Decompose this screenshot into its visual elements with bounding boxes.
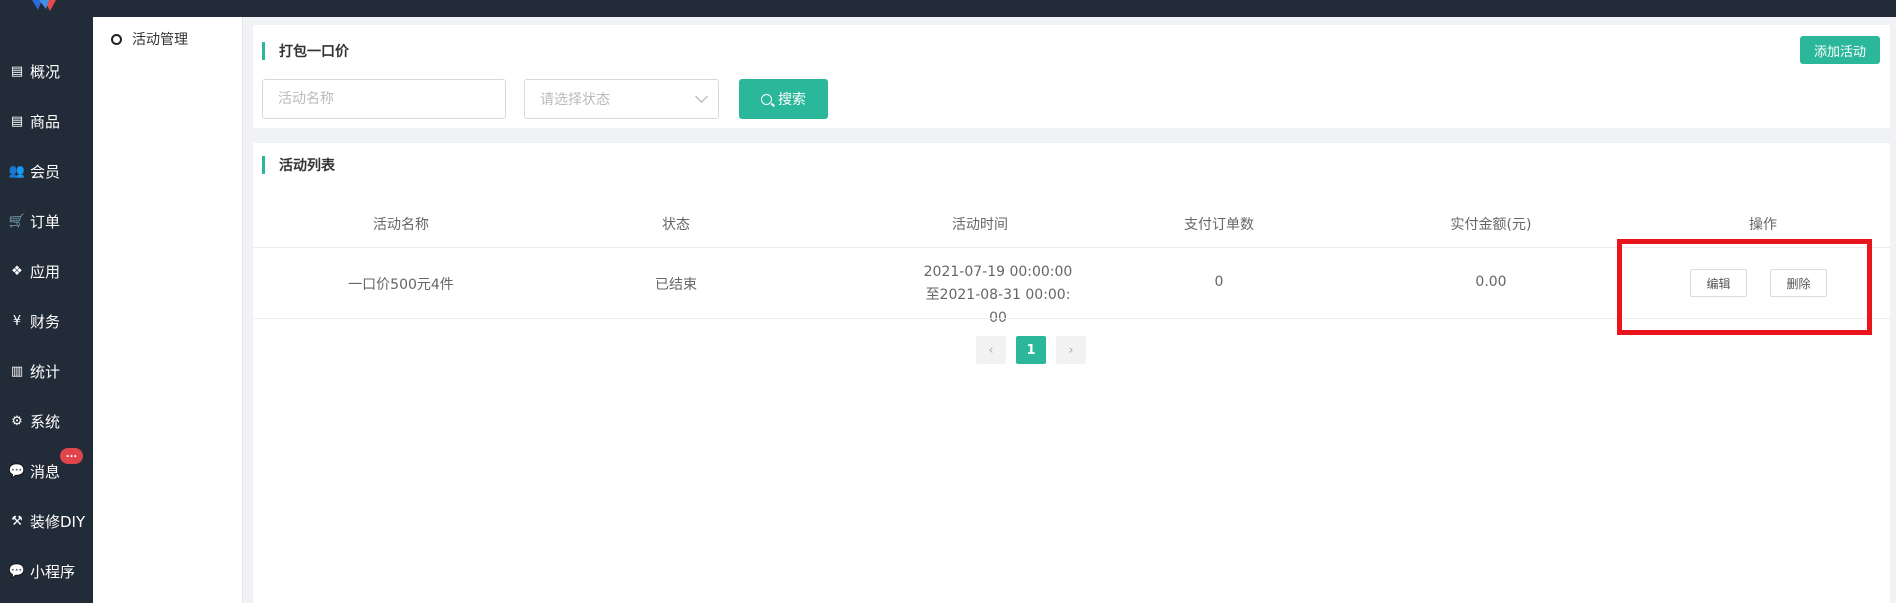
sidebar-item-label: 会员 xyxy=(30,162,61,181)
sidebar-item-label: 小程序 xyxy=(30,562,76,581)
search-icon xyxy=(761,93,772,105)
activity-name-field[interactable] xyxy=(262,79,506,119)
sidebar-item-label: 财务 xyxy=(30,312,61,331)
status-select-placeholder: 请选择状态 xyxy=(540,92,610,108)
bar-chart-icon: ▥ xyxy=(10,363,24,379)
cell-activity-name: 一口价500元4件 xyxy=(348,277,454,293)
search-button[interactable]: 搜索 xyxy=(739,79,828,119)
sidebar-item-label: 应用 xyxy=(30,262,61,281)
sidebar-item-6[interactable]: ▥ 统计 xyxy=(0,351,93,391)
logo-icon[interactable] xyxy=(28,0,64,14)
sidebar-item-10[interactable]: 💬 小程序 xyxy=(0,551,93,591)
highlight-box xyxy=(1617,239,1872,335)
circle-icon xyxy=(111,33,122,45)
users-icon: 👥 xyxy=(8,163,26,179)
submenu-item-label: 活动管理 xyxy=(132,32,188,48)
title-accent-bar xyxy=(262,42,265,60)
sidebar-item-3[interactable]: 🛒 订单 xyxy=(0,201,93,241)
pagination-next-button[interactable]: › xyxy=(1056,336,1086,364)
status-select[interactable]: 请选择状态 xyxy=(524,79,719,119)
message-badge: ... xyxy=(60,448,83,464)
yen-icon: ¥ xyxy=(12,313,22,329)
sidebar-item-label: 概况 xyxy=(30,62,61,81)
sidebar-item-label: 统计 xyxy=(30,362,61,381)
cart-icon: 🛒 xyxy=(8,213,26,229)
cell-status: 已结束 xyxy=(655,277,697,293)
column-header-time: 活动时间 xyxy=(952,217,1008,233)
archive-icon: ▤ xyxy=(10,113,24,129)
sidebar-item-label: 商品 xyxy=(30,112,61,131)
cell-activity-time: 2021-07-19 00:00:00至2021-08-31 00:00:00 xyxy=(923,264,1073,326)
sidebar-item-4[interactable]: ❖ 应用 xyxy=(0,251,93,291)
sidebar-item-0[interactable]: ▤ 概况 xyxy=(0,51,93,91)
gears-icon: ⚙ xyxy=(11,413,23,429)
list-section-title: 活动列表 xyxy=(262,155,335,175)
search-button-label: 搜索 xyxy=(778,92,806,108)
sidebar-item-2[interactable]: 👥 会员 xyxy=(0,151,93,191)
sidebar-item-1[interactable]: ▤ 商品 xyxy=(0,101,93,141)
sidebar-item-label: 装修DIY xyxy=(30,512,86,531)
sidebar-item-label: 订单 xyxy=(30,212,61,231)
sidebar-item-label: 系统 xyxy=(30,412,61,431)
pagination-page-1[interactable]: 1 xyxy=(1016,336,1046,364)
cubes-icon: ❖ xyxy=(11,263,23,279)
sidebar-item-7[interactable]: ⚙ 系统 xyxy=(0,401,93,441)
column-header-amount: 实付金额(元) xyxy=(1450,217,1532,233)
chevron-down-icon xyxy=(695,90,708,103)
filter-title-text: 打包一口价 xyxy=(279,44,349,60)
sidebar-item-5[interactable]: ¥ 财务 xyxy=(0,301,93,341)
sidebar-item-9[interactable]: ⚒ 装修DIY xyxy=(0,501,93,541)
pagination-prev-button[interactable]: ‹ xyxy=(976,336,1006,364)
activity-name-input[interactable] xyxy=(278,91,505,107)
sub-menu: 活动管理 xyxy=(93,17,243,603)
comment-icon: 💬 xyxy=(8,463,26,479)
gavel-icon: ⚒ xyxy=(11,513,23,529)
sidebar-item-label: 消息 xyxy=(30,462,61,481)
column-header-name: 活动名称 xyxy=(373,217,429,233)
title-accent-bar xyxy=(262,156,265,174)
column-header-actions: 操作 xyxy=(1749,217,1777,233)
cell-amount: 0.00 xyxy=(1475,274,1507,290)
list-title-text: 活动列表 xyxy=(279,158,335,174)
top-header-bar xyxy=(0,0,1896,17)
column-header-status: 状态 xyxy=(662,217,690,233)
submenu-item-activity-management[interactable]: 活动管理 xyxy=(111,29,188,49)
filter-section-title: 打包一口价 xyxy=(262,41,349,61)
add-activity-button[interactable]: 添加活动 xyxy=(1800,36,1880,64)
comments-icon: 💬 xyxy=(8,563,26,579)
activity-list-panel xyxy=(253,143,1890,603)
cell-orders: 0 xyxy=(1214,274,1224,290)
archive-icon: ▤ xyxy=(10,63,24,79)
column-header-orders: 支付订单数 xyxy=(1184,217,1254,233)
